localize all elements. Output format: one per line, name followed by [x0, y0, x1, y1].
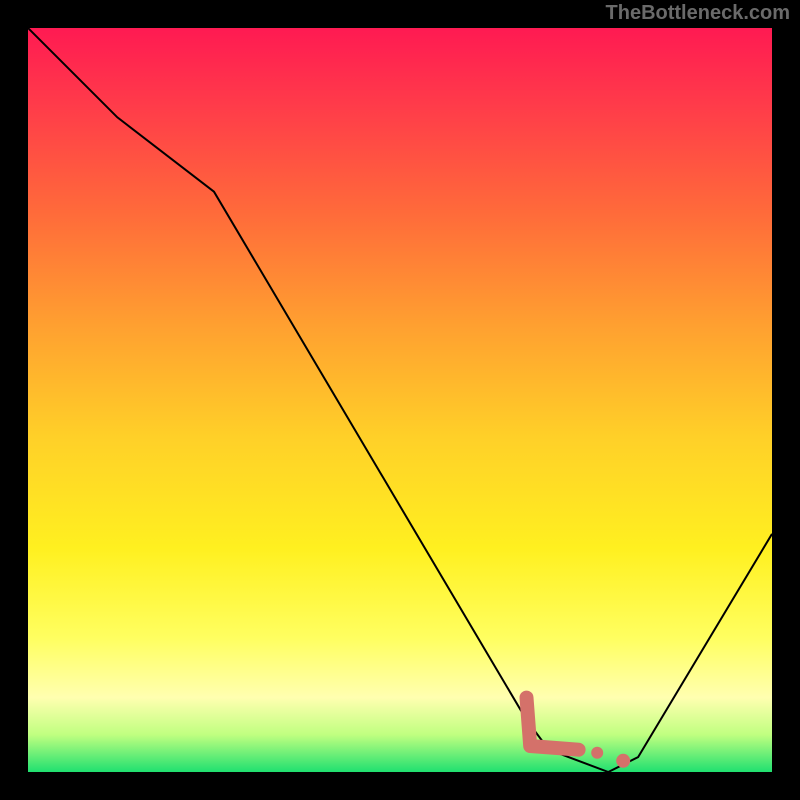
bottleneck-curve	[28, 28, 772, 772]
chart-svg	[28, 28, 772, 772]
highlight-dots	[591, 747, 630, 768]
watermark-text: TheBottleneck.com	[606, 2, 790, 25]
highlight-segment	[527, 698, 579, 750]
chart-plot-area	[28, 28, 772, 772]
highlight-dot	[616, 754, 630, 768]
highlight-dot	[591, 747, 603, 759]
